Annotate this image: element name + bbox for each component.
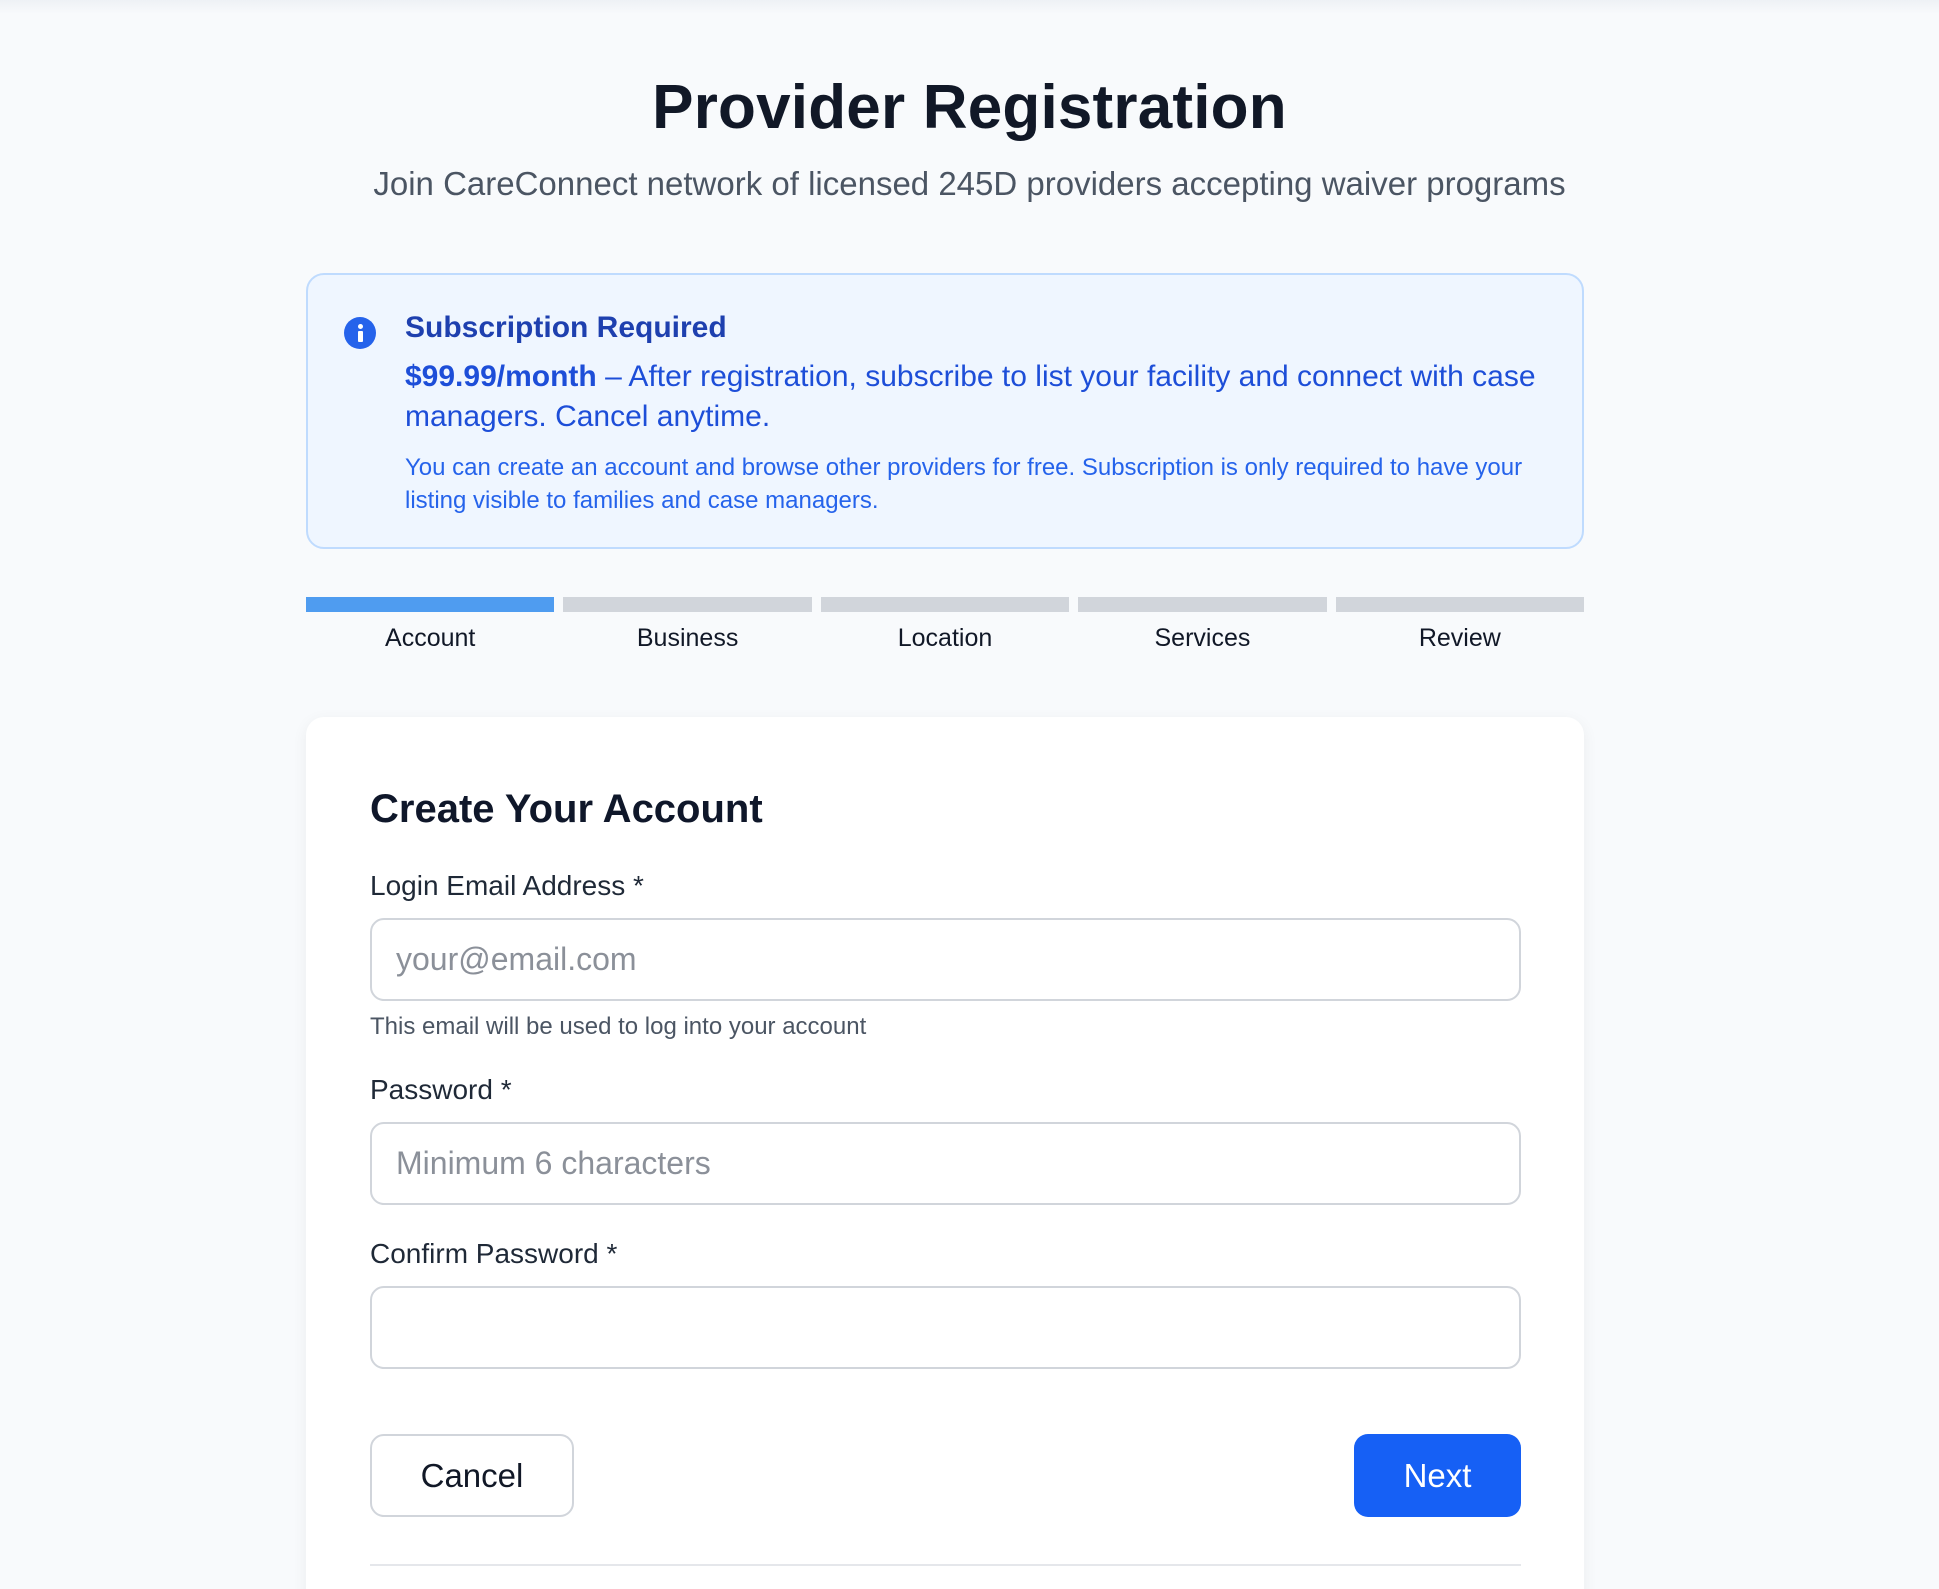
- confirm-password-label: Confirm Password *: [370, 1238, 618, 1269]
- step-bar-review: [1335, 597, 1585, 612]
- notice-price: $99.99/month: [405, 360, 597, 393]
- step-business: Business: [563, 597, 812, 657]
- step-label-business: Business: [636, 624, 739, 652]
- password-input[interactable]: [370, 1122, 1521, 1205]
- cancel-button[interactable]: Cancel: [370, 1434, 574, 1517]
- step-bar-business: [563, 597, 812, 612]
- step-bar-location: [820, 597, 1070, 612]
- registration-page: Provider Registration Join CareConnect n…: [0, 0, 1939, 1589]
- account-form-card: Create Your Account Login Email Address …: [306, 717, 1584, 1589]
- step-bar-services: [1078, 597, 1327, 612]
- step-review: Review: [1335, 597, 1585, 657]
- notice-title: Subscription Required: [405, 311, 727, 344]
- step-label-services: Services: [1154, 624, 1251, 652]
- page-title: Provider Registration: [652, 73, 1287, 142]
- confirm-password-input[interactable]: [370, 1286, 1521, 1369]
- step-label-review: Review: [1418, 624, 1501, 652]
- email-label: Login Email Address *: [370, 870, 644, 901]
- notice-note: You can create an account and browse oth…: [405, 454, 1523, 514]
- step-label-location: Location: [897, 624, 993, 652]
- step-services: Services: [1078, 597, 1327, 657]
- form-divider: [370, 1564, 1521, 1566]
- next-button[interactable]: Next: [1354, 1434, 1521, 1517]
- email-input[interactable]: [370, 918, 1521, 1001]
- subscription-notice: Subscription Required $99.99/month – Aft…: [306, 273, 1584, 549]
- step-bar-account: [306, 597, 555, 612]
- top-shadow: [0, 0, 1939, 14]
- step-location: Location: [820, 597, 1070, 657]
- page-subtitle: Join CareConnect network of licensed 245…: [373, 165, 1566, 202]
- info-icon: [344, 317, 376, 349]
- password-label: Password *: [370, 1074, 512, 1105]
- notice-body: $99.99/month – After registration, subsc…: [405, 357, 1555, 437]
- form-title: Create Your Account: [370, 787, 763, 831]
- step-label-account: Account: [385, 624, 476, 652]
- step-account: Account: [306, 597, 555, 657]
- progress-steps: Account Business Location Services Revie…: [306, 597, 1585, 657]
- email-help-text: This email will be used to log into your…: [370, 1013, 867, 1040]
